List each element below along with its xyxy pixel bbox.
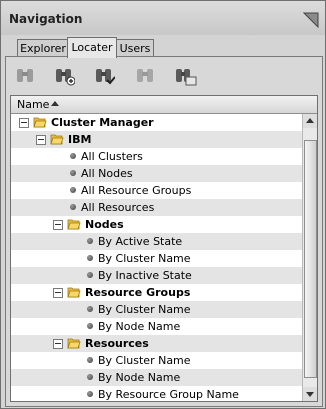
navigation-panel: Navigation Explorer Locater Users Name C… bbox=[0, 0, 326, 409]
remove-locator-button[interactable] bbox=[132, 63, 158, 89]
tree-item-row[interactable]: By Node Name bbox=[11, 318, 303, 335]
tree-folder-row[interactable]: Cluster Manager bbox=[11, 114, 303, 131]
locator-folder-button[interactable] bbox=[172, 63, 198, 89]
tree-folder-label: IBM bbox=[68, 133, 92, 146]
tree-item-row[interactable]: By Resource Group Name bbox=[11, 386, 303, 401]
tree-leaf-bullet-icon bbox=[70, 170, 76, 176]
tree-folder-label: Resources bbox=[85, 337, 149, 350]
tree-leaf-bullet-icon bbox=[87, 374, 93, 380]
tree-item-label: All Resource Groups bbox=[81, 184, 192, 197]
tree-folder-row[interactable]: Resource Groups bbox=[11, 284, 303, 301]
tree-item-label: By Node Name bbox=[98, 371, 181, 384]
tree-leaf-bullet-icon bbox=[87, 272, 93, 278]
tree-item-label: By Cluster Name bbox=[98, 252, 191, 265]
vertical-scrollbar[interactable] bbox=[302, 114, 317, 401]
tree-leaf-bullet-icon bbox=[70, 187, 76, 193]
tree-folder-row[interactable]: Nodes bbox=[11, 216, 303, 233]
tree-leaf-bullet-icon bbox=[87, 357, 93, 363]
add-locator-button[interactable] bbox=[52, 63, 78, 89]
tree-item-label: By Node Name bbox=[98, 320, 181, 333]
tree-item-label: By Active State bbox=[98, 235, 183, 248]
folder-open-icon bbox=[50, 134, 64, 145]
panel-corner-icon[interactable] bbox=[302, 12, 319, 29]
tree-item-row[interactable]: By Cluster Name bbox=[11, 301, 303, 318]
tree-item-label: By Inactive State bbox=[98, 269, 192, 282]
sort-ascending-icon bbox=[51, 101, 59, 106]
tree-item-row[interactable]: All Resource Groups bbox=[11, 182, 303, 199]
tab-explorer-label: Explorer bbox=[20, 42, 66, 55]
tab-users[interactable]: Users bbox=[116, 39, 154, 57]
tree-item-row[interactable]: By Active State bbox=[11, 233, 303, 250]
scroll-up-button[interactable] bbox=[303, 114, 317, 128]
scroll-down-button[interactable] bbox=[303, 387, 317, 401]
panel-title: Navigation bbox=[9, 12, 83, 26]
scroll-thumb[interactable] bbox=[304, 140, 317, 378]
tree-rows: Cluster Manager IBM All Clusters All Nodes A… bbox=[11, 114, 303, 401]
tree-item-label: By Cluster Name bbox=[98, 303, 191, 316]
collapse-icon[interactable] bbox=[53, 220, 63, 230]
tree-leaf-bullet-icon bbox=[87, 238, 93, 244]
binoculars-add-icon bbox=[56, 69, 75, 86]
column-header-label: Name bbox=[17, 98, 50, 111]
tree-folder-row[interactable]: Resources bbox=[11, 335, 303, 352]
tree-item-label: All Nodes bbox=[81, 167, 133, 180]
column-header-name[interactable]: Name bbox=[11, 96, 317, 114]
binoculars-folder-icon bbox=[176, 69, 197, 86]
collapse-icon[interactable] bbox=[19, 118, 29, 128]
locater-content: Name Cluster Manager IBM All Clusters All N… bbox=[5, 56, 323, 407]
tab-explorer[interactable]: Explorer bbox=[17, 39, 69, 57]
tree-item-label: By Cluster Name bbox=[98, 354, 191, 367]
tree-item-row[interactable]: By Node Name bbox=[11, 369, 303, 386]
tree-item-row[interactable]: By Cluster Name bbox=[11, 352, 303, 369]
folder-open-icon bbox=[67, 219, 81, 230]
tree-item-row[interactable]: All Resources bbox=[11, 199, 303, 216]
tab-users-label: Users bbox=[119, 42, 151, 55]
tree-folder-row[interactable]: IBM bbox=[11, 131, 303, 148]
tree-item-row[interactable]: By Cluster Name bbox=[11, 250, 303, 267]
tree-item-row[interactable]: All Clusters bbox=[11, 148, 303, 165]
folder-open-icon bbox=[67, 287, 81, 298]
tree-folder-label: Cluster Manager bbox=[51, 116, 154, 129]
tree-item-row[interactable]: By Inactive State bbox=[11, 267, 303, 284]
tree-leaf-bullet-icon bbox=[87, 255, 93, 261]
folder-open-icon bbox=[33, 117, 47, 128]
tree-item-label: All Resources bbox=[81, 201, 155, 214]
binoculars-icon bbox=[17, 69, 33, 82]
tree-leaf-bullet-icon bbox=[70, 204, 76, 210]
tree-folder-label: Nodes bbox=[85, 218, 124, 231]
tree-leaf-bullet-icon bbox=[87, 306, 93, 312]
binoculars-disabled-icon bbox=[137, 69, 153, 82]
tree-item-label: By Resource Group Name bbox=[98, 388, 239, 401]
tab-locater-label: Locater bbox=[71, 41, 113, 54]
binoculars-check-icon bbox=[96, 69, 115, 85]
tree-folder-label: Resource Groups bbox=[85, 286, 191, 299]
collapse-icon[interactable] bbox=[36, 135, 46, 145]
panel-titlebar: Navigation bbox=[1, 1, 325, 35]
folder-open-icon bbox=[67, 338, 81, 349]
tree-leaf-bullet-icon bbox=[87, 323, 93, 329]
collapse-icon[interactable] bbox=[53, 339, 63, 349]
tree-item-label: All Clusters bbox=[81, 150, 143, 163]
tree-leaf-bullet-icon bbox=[70, 153, 76, 159]
locator-tree: Name Cluster Manager IBM All Clusters All N… bbox=[10, 95, 318, 402]
tree-item-row[interactable]: All Nodes bbox=[11, 165, 303, 182]
apply-locator-button[interactable] bbox=[92, 63, 118, 89]
tab-locater[interactable]: Locater bbox=[67, 37, 117, 58]
tree-leaf-bullet-icon bbox=[87, 391, 93, 397]
collapse-icon[interactable] bbox=[53, 288, 63, 298]
find-button[interactable] bbox=[12, 63, 38, 89]
